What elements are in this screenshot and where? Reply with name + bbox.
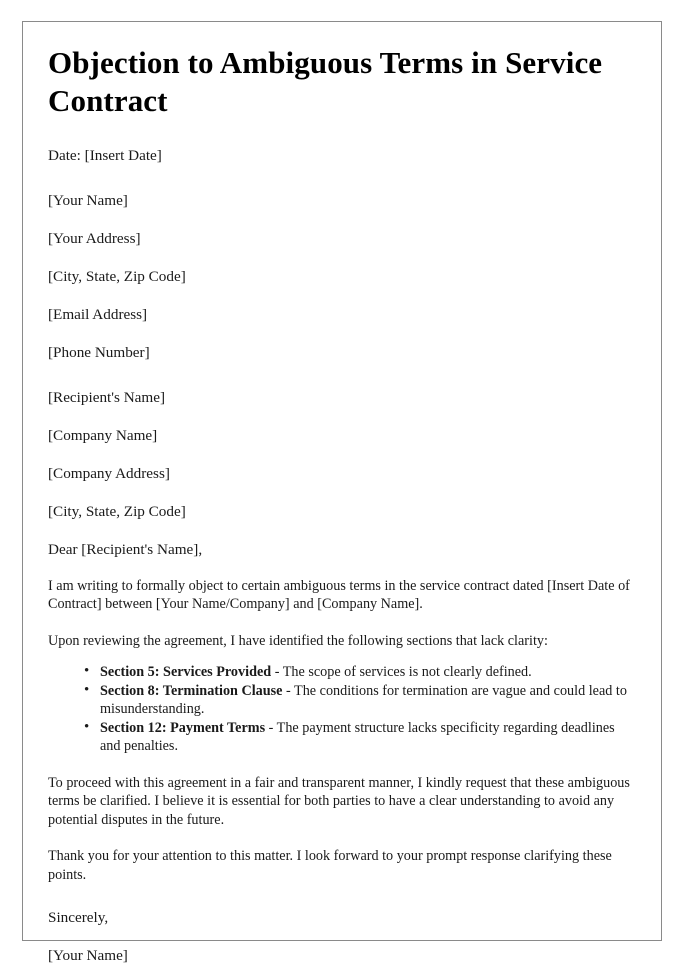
recipient-name-placeholder: [Recipient's Name] <box>48 388 166 406</box>
salutation-line: Dear [Recipient's Name], <box>48 540 203 558</box>
request-paragraph: To proceed with this agreement in a fair… <box>48 774 630 828</box>
list-item: Section 8: Termination Clause - The cond… <box>84 681 634 719</box>
list-item: Section 12: Payment Terms - The payment … <box>84 718 634 756</box>
sender-city-state-zip-placeholder: [City, State, Zip Code] <box>48 267 186 285</box>
sender-phone-placeholder: [Phone Number] <box>48 343 150 361</box>
issue-section-heading: Section 8: Termination Clause <box>100 682 283 699</box>
document-page: Objection to Ambiguous Terms in Service … <box>22 21 662 964</box>
lead-in-paragraph: Upon reviewing the agreement, I have ide… <box>48 632 548 649</box>
list-item: Section 5: Services Provided - The scope… <box>84 662 634 682</box>
date-line: Date: [Insert Date] <box>48 146 162 164</box>
recipient-company-placeholder: [Company Name] <box>48 426 158 444</box>
sender-address-block: [Your Name] [Your Address] [City, State,… <box>48 191 634 362</box>
page-title: Objection to Ambiguous Terms in Service … <box>48 45 603 118</box>
date-block: Date: [Insert Date] <box>48 146 634 165</box>
closing-line: Sincerely, <box>48 908 109 926</box>
recipient-city-state-zip-placeholder: [City, State, Zip Code] <box>48 502 186 520</box>
ambiguous-sections-list: Section 5: Services Provided - The scope… <box>48 662 634 756</box>
recipient-company-address-placeholder: [Company Address] <box>48 464 170 482</box>
thanks-paragraph: Thank you for your attention to this mat… <box>48 848 612 884</box>
sender-name-placeholder: [Your Name] <box>48 191 128 209</box>
intro-paragraph: I am writing to formally object to certa… <box>48 577 630 613</box>
issue-section-heading: Section 12: Payment Terms <box>100 719 266 736</box>
issue-section-heading: Section 5: Services Provided <box>100 664 272 681</box>
document-body: Objection to Ambiguous Terms in Service … <box>23 22 661 965</box>
issue-section-detail: - The scope of services is not clearly d… <box>271 664 532 681</box>
sender-address-placeholder: [Your Address] <box>48 229 141 247</box>
sender-email-placeholder: [Email Address] <box>48 305 148 323</box>
recipient-address-block: [Recipient's Name] [Company Name] [Compa… <box>48 388 634 521</box>
signature-line: [Your Name] <box>48 946 128 964</box>
